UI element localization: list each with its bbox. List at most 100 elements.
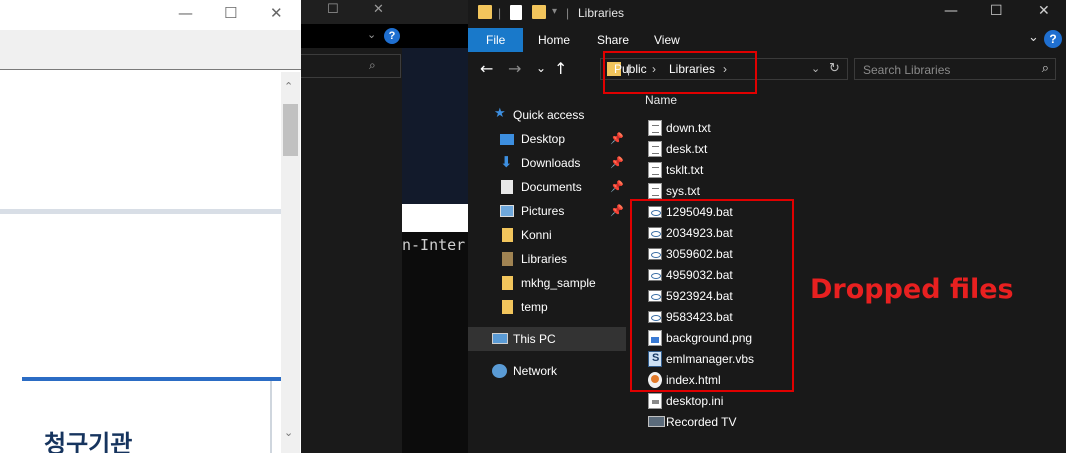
download-icon: ⬇	[500, 153, 513, 171]
text-file-icon	[648, 162, 662, 178]
vertical-scrollbar[interactable]: ⌃ ⌄	[281, 72, 300, 453]
search-icon[interactable]: ⌕	[369, 58, 376, 73]
folder-icon	[478, 5, 492, 19]
close-button[interactable]: ✕	[270, 4, 283, 22]
terminal-area	[402, 232, 468, 453]
close-button[interactable]: ✕	[373, 2, 384, 17]
network-icon	[492, 364, 507, 378]
nav-item-konni[interactable]: Konni	[468, 223, 626, 247]
help-icon[interactable]: ?	[384, 28, 400, 44]
star-icon: ★	[494, 106, 506, 121]
recorded-tv-icon	[648, 416, 665, 427]
text-file-icon	[648, 141, 662, 157]
maximize-button[interactable]: ☐	[224, 4, 237, 22]
folder-icon	[502, 300, 513, 314]
nav-label: Pictures	[521, 204, 565, 218]
file-name: sys.txt	[666, 184, 701, 198]
nav-label: This PC	[513, 332, 556, 346]
file-row[interactable]: sys.txt	[644, 180, 794, 201]
qat-separator: |	[566, 6, 570, 20]
window-title: Libraries	[578, 6, 625, 20]
minimize-button[interactable]: —	[178, 4, 193, 22]
divider	[270, 381, 272, 453]
chevron-down-icon[interactable]: ⌄	[1028, 30, 1039, 45]
nav-item-mkhg-sample[interactable]: mkhg_sample	[468, 271, 626, 295]
desktop-icon	[500, 134, 514, 145]
search-input[interactable]: Search Libraries	[863, 63, 950, 77]
address-highlight-box	[603, 51, 757, 94]
nav-item-quick-access[interactable]: ★ Quick access	[468, 103, 626, 127]
file-name: desktop.ini	[666, 394, 724, 408]
tab-view[interactable]: View	[654, 28, 680, 52]
help-icon[interactable]: ?	[1044, 30, 1062, 48]
chevron-down-icon[interactable]: ⌄	[367, 28, 376, 41]
recent-locations-icon[interactable]: ⌄	[536, 61, 546, 75]
maximize-button[interactable]: ☐	[990, 3, 1003, 19]
explorer-titlebar: | ▾ | Libraries — ☐ ✕	[468, 0, 1066, 27]
search-icon[interactable]: ⌕	[1042, 61, 1049, 76]
page-heading: 청구기관	[44, 430, 133, 453]
back-arrow-icon[interactable]: ←	[480, 59, 493, 78]
file-row[interactable]: down.txt	[644, 117, 794, 138]
pc-icon	[492, 333, 508, 344]
pin-icon[interactable]: 📌	[610, 156, 624, 169]
navigation-bar: ← → ⌄ ↑ | Public › Libraries › ⌄ ↻ Searc…	[468, 56, 1066, 84]
file-row[interactable]: desk.txt	[644, 138, 794, 159]
scroll-up-icon[interactable]: ⌃	[284, 80, 293, 93]
middle-window-search[interactable]: ⌕	[301, 54, 401, 78]
file-row[interactable]: desktop.ini	[644, 390, 794, 411]
left-browser-window: — ☐ ✕ 청구기관 ⌃ ⌄	[0, 0, 301, 453]
documents-icon	[501, 180, 513, 194]
maximize-button[interactable]: ☐	[327, 2, 339, 17]
minimize-button[interactable]: —	[944, 3, 958, 19]
pin-icon[interactable]: 📌	[610, 180, 624, 193]
background-window-area	[402, 48, 468, 204]
pin-icon[interactable]: 📌	[610, 132, 624, 145]
close-button[interactable]: ✕	[1038, 3, 1050, 19]
nav-item-libraries[interactable]: Libraries	[468, 247, 626, 271]
properties-icon[interactable]	[510, 5, 522, 20]
up-arrow-icon[interactable]: ↑	[554, 59, 567, 78]
nav-item-network[interactable]: Network	[468, 359, 626, 383]
left-window-titlebar: — ☐ ✕	[0, 0, 301, 30]
column-header-name[interactable]: Name	[645, 93, 677, 107]
nav-item-temp[interactable]: temp	[468, 295, 626, 319]
scroll-down-icon[interactable]: ⌄	[284, 426, 293, 439]
navigation-pane: ★ Quick access Desktop 📌 ⬇ Downloads 📌 D…	[468, 100, 626, 453]
nav-label: Downloads	[521, 156, 581, 170]
nav-label: Konni	[521, 228, 552, 242]
search-box[interactable]: Search Libraries ⌕	[854, 58, 1056, 80]
dropped-files-annotation: Dropped files	[810, 274, 1014, 305]
pin-icon[interactable]: 📌	[610, 204, 624, 217]
forward-arrow-icon[interactable]: →	[508, 59, 521, 78]
file-row[interactable]: tsklt.txt	[644, 159, 794, 180]
nav-item-this-pc[interactable]: This PC	[468, 327, 626, 351]
section-accent-line	[22, 377, 281, 381]
text-file-icon	[648, 120, 662, 136]
ribbon-tabs: File Home Share View ⌄ ?	[468, 28, 1066, 52]
refresh-icon[interactable]: ↻	[829, 61, 840, 76]
tab-file[interactable]: File	[468, 28, 524, 52]
qat-separator: |	[498, 6, 502, 20]
qat-dropdown-icon[interactable]: ▾	[552, 6, 557, 17]
tab-share[interactable]: Share	[597, 28, 629, 52]
folder-icon	[502, 228, 513, 242]
background-window-area	[402, 204, 468, 232]
file-row[interactable]: Recorded TV	[644, 411, 794, 432]
nav-item-downloads[interactable]: ⬇ Downloads 📌	[468, 151, 626, 175]
pictures-icon	[500, 205, 514, 217]
nav-label: Network	[513, 364, 558, 378]
nav-label: temp	[521, 300, 548, 314]
nav-item-desktop[interactable]: Desktop 📌	[468, 127, 626, 151]
nav-label: Desktop	[521, 132, 566, 146]
file-name: Recorded TV	[666, 415, 737, 429]
scrollbar-thumb[interactable]	[283, 104, 298, 156]
nav-item-documents[interactable]: Documents 📌	[468, 175, 626, 199]
nav-item-pictures[interactable]: Pictures 📌	[468, 199, 626, 223]
terminal-text: n-Inter	[402, 236, 466, 254]
address-dropdown-icon[interactable]: ⌄	[811, 62, 820, 75]
new-folder-icon[interactable]	[532, 5, 546, 19]
tab-home[interactable]: Home	[538, 28, 570, 52]
nav-label: Documents	[521, 180, 582, 194]
middle-window-ribbon: ⌄ ?	[301, 24, 468, 48]
